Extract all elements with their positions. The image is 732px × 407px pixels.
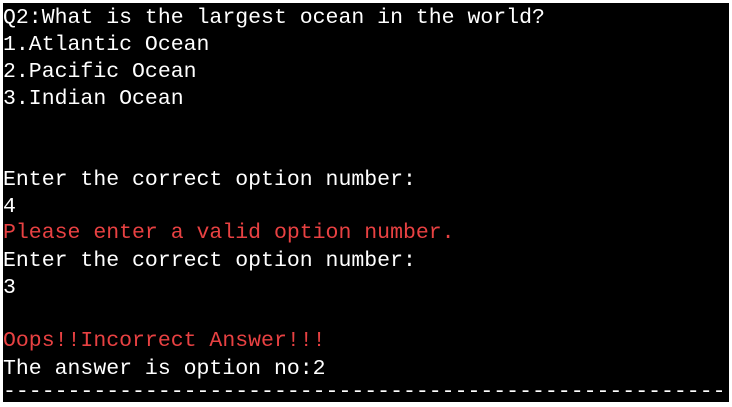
question-text: Q2:What is the largest ocean in the worl… bbox=[3, 6, 545, 30]
terminal-window[interactable]: Q2:What is the largest ocean in the worl… bbox=[3, 3, 729, 402]
input-prompt-1: Enter the correct option number: bbox=[3, 168, 416, 192]
result-message: Oops!!Incorrect Answer!!! bbox=[3, 329, 326, 353]
user-input-2: 3 bbox=[3, 276, 16, 300]
input-prompt-2: Enter the correct option number: bbox=[3, 249, 416, 273]
user-input-1: 4 bbox=[3, 195, 16, 219]
option-1: 1.Atlantic Ocean bbox=[3, 33, 210, 57]
error-message: Please enter a valid option number. bbox=[3, 221, 455, 245]
answer-text: The answer is option no:2 bbox=[3, 357, 326, 381]
separator-line: ----------------------------------------… bbox=[3, 382, 729, 402]
option-3: 3.Indian Ocean bbox=[3, 87, 184, 111]
option-2: 2.Pacific Ocean bbox=[3, 60, 197, 84]
